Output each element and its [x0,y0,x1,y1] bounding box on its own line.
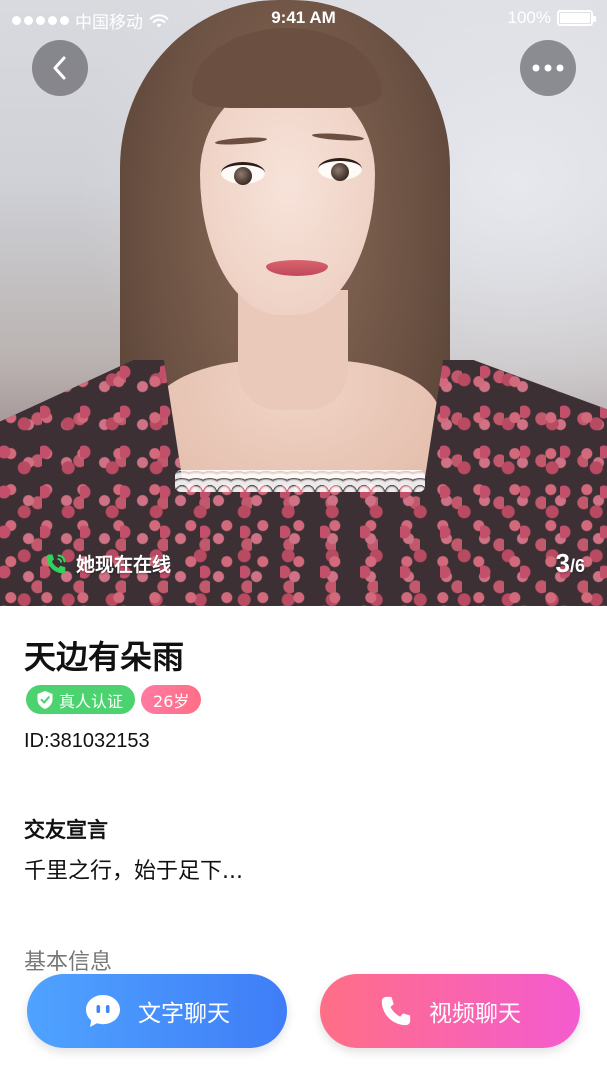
video-chat-button[interactable]: 视频聊天 [320,974,580,1048]
status-right: 100% [507,8,596,28]
age-label: 26岁 [153,691,190,711]
online-status: 她现在在线 [44,550,171,577]
user-id: ID:381032153 [24,730,150,752]
nickname: 天边有朵雨 [24,638,185,676]
text-chat-label: 文字聊天 [138,1001,230,1027]
chat-bubble-icon [86,995,120,1027]
more-dots-icon [532,64,564,72]
battery-icon [557,10,596,26]
photo-lace [175,470,425,492]
badge-row: 真人认证 26岁 [26,685,202,714]
battery-percent: 100% [507,8,551,27]
chevron-left-icon [53,56,66,80]
profile-photo[interactable] [0,0,607,606]
photo-eye [221,162,265,185]
photo-counter: 3/6 [556,548,586,579]
photo-total-count: 6 [574,556,585,576]
online-status-label: 她现在在线 [76,554,172,576]
photo-current-index: 3 [555,548,570,578]
verified-label: 真人认证 [59,691,124,711]
phone-icon [381,996,411,1026]
age-badge: 26岁 [141,685,202,714]
photo-eye [318,158,362,181]
declaration-title: 交友宣言 [24,818,108,842]
more-options-button[interactable] [520,40,576,96]
declaration-text: 千里之行，始于足下... [24,859,243,884]
status-bar: 中国移动 9:41 AM 100% [0,0,607,36]
verified-badge: 真人认证 [26,685,136,714]
basic-info-title: 基本信息 [24,950,113,975]
back-button[interactable] [32,40,88,96]
text-chat-button[interactable]: 文字聊天 [27,974,287,1048]
video-chat-label: 视频聊天 [429,1001,521,1027]
shield-check-icon [37,690,53,709]
phone-online-icon [46,554,66,573]
